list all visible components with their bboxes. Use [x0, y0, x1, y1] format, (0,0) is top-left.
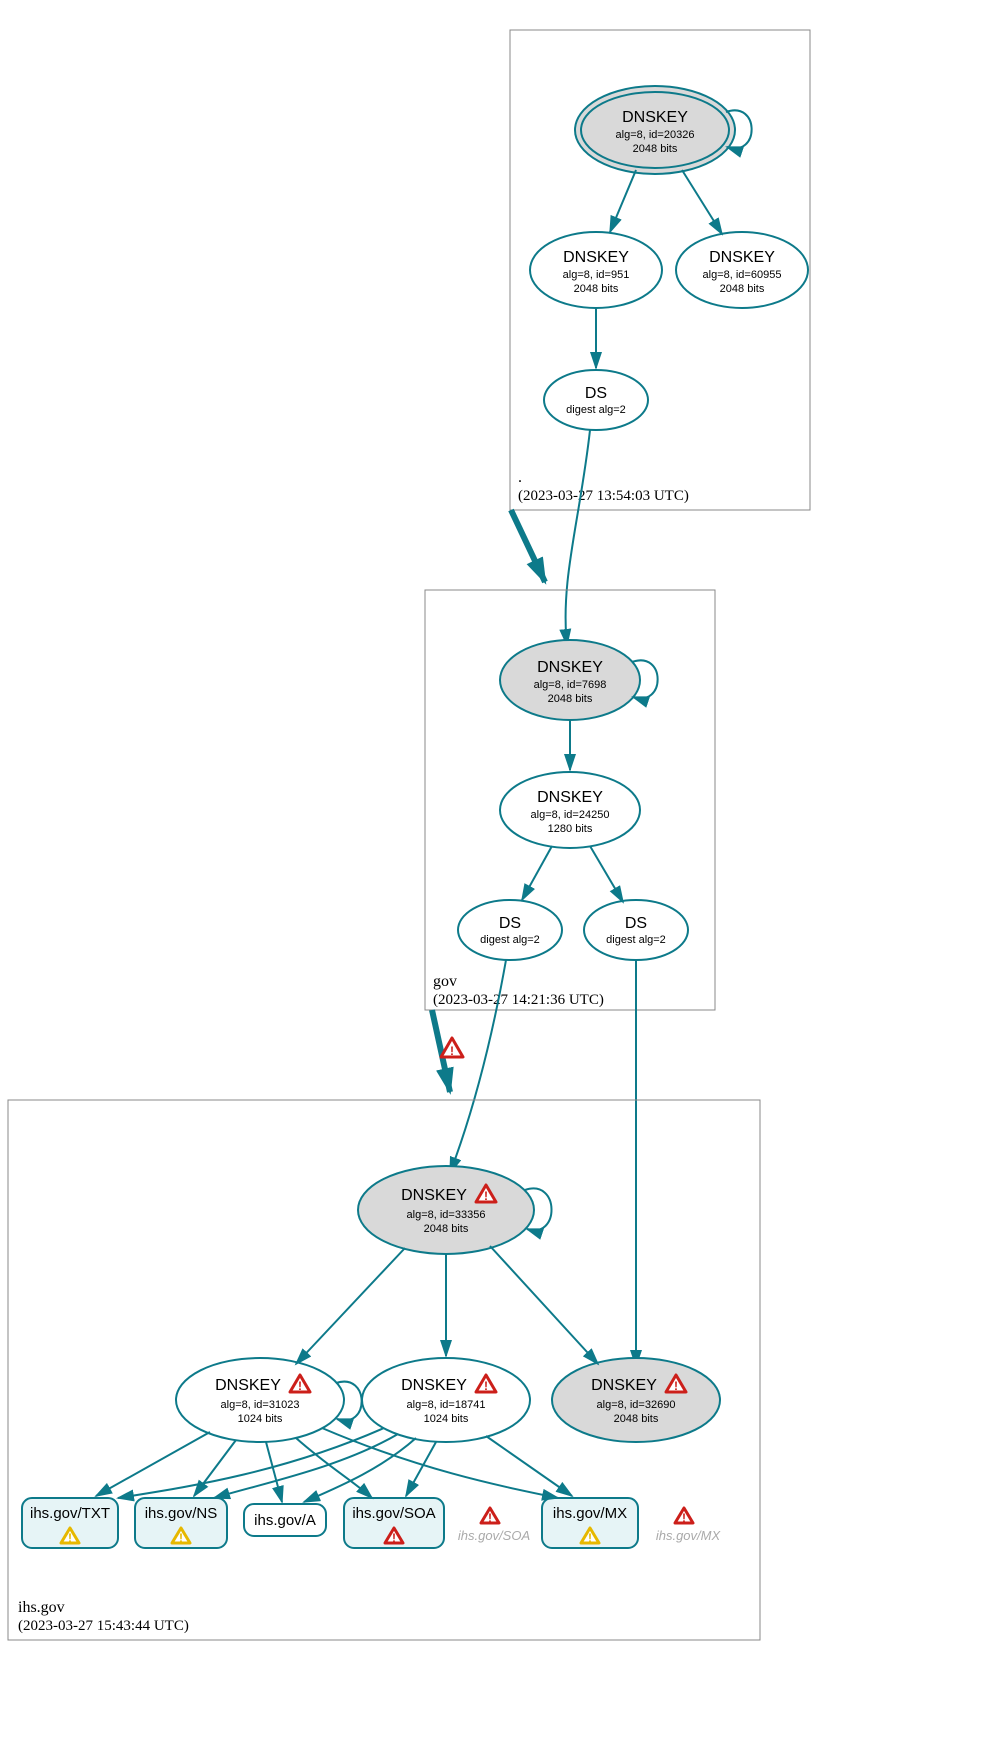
edge-root-ksk-zsk1 [610, 170, 636, 232]
svg-text:alg=8, id=18741: alg=8, id=18741 [407, 1399, 486, 1411]
edge-root-ksk-zsk2 [682, 170, 722, 234]
svg-text:DS: DS [625, 915, 647, 932]
svg-text:!: ! [484, 1379, 488, 1393]
svg-text:1024 bits: 1024 bits [424, 1413, 469, 1425]
svg-text:alg=8, id=20326: alg=8, id=20326 [616, 129, 695, 141]
zone-ihs-timestamp: (2023-03-27 15:43:44 UTC) [18, 1618, 189, 1634]
svg-text:1024 bits: 1024 bits [238, 1413, 283, 1425]
svg-text:ihs.gov/TXT: ihs.gov/TXT [30, 1505, 110, 1522]
edge-zsk2-mx [486, 1436, 572, 1496]
node-root-ds[interactable]: DS digest alg=2 [544, 370, 648, 430]
phantom-soa: ! ihs.gov/SOA [458, 1508, 530, 1543]
svg-text:!: ! [674, 1379, 678, 1393]
rrset-ns[interactable]: ihs.gov/NS ! [135, 1498, 227, 1548]
svg-text:!: ! [682, 1511, 686, 1525]
node-gov-ds1[interactable]: DS digest alg=2 [458, 900, 562, 960]
svg-text:!: ! [450, 1044, 454, 1058]
node-gov-zsk[interactable]: DNSKEY alg=8, id=24250 1280 bits [500, 772, 640, 848]
edge-zsk1-a [266, 1442, 282, 1502]
svg-text:ihs.gov/SOA: ihs.gov/SOA [458, 1528, 530, 1543]
node-ihs-zsk2[interactable]: DNSKEY ! alg=8, id=18741 1024 bits [362, 1358, 530, 1442]
edge-zsk2-a [304, 1438, 416, 1502]
svg-text:alg=8, id=951: alg=8, id=951 [563, 269, 630, 281]
rrset-a[interactable]: ihs.gov/A [244, 1504, 326, 1536]
edge-ihs-ksk-zsk3 [490, 1246, 598, 1364]
node-ihs-ksk[interactable]: DNSKEY ! alg=8, id=33356 2048 bits [358, 1166, 534, 1254]
svg-text:DS: DS [499, 915, 521, 932]
svg-text:DNSKEY: DNSKEY [563, 249, 629, 266]
svg-text:!: ! [588, 1531, 592, 1545]
svg-text:ihs.gov/MX: ihs.gov/MX [553, 1505, 627, 1522]
svg-text:ihs.gov/A: ihs.gov/A [254, 1512, 316, 1529]
svg-text:!: ! [298, 1379, 302, 1393]
zone-root-name: . [518, 469, 522, 486]
svg-text:!: ! [484, 1189, 488, 1203]
edge-ihs-ksk-zsk1 [296, 1248, 405, 1364]
svg-text:2048 bits: 2048 bits [720, 283, 765, 295]
edge-zsk1-ns [194, 1440, 236, 1496]
rrset-txt[interactable]: ihs.gov/TXT ! [22, 1498, 118, 1548]
warn-icon: ! [481, 1508, 499, 1525]
edge-delegation-root-gov [511, 510, 545, 582]
svg-text:!: ! [68, 1531, 72, 1545]
dnssec-graph: . (2023-03-27 13:54:03 UTC) DNSKEY alg=8… [0, 0, 987, 1745]
svg-text:DNSKEY: DNSKEY [622, 109, 688, 126]
edge-root-ds-gov-ksk [566, 430, 590, 645]
svg-text:ihs.gov/NS: ihs.gov/NS [145, 1505, 218, 1522]
edge-gov-zsk-ds2 [590, 846, 623, 902]
warn-icon: ! [675, 1508, 693, 1525]
svg-text:DNSKEY: DNSKEY [537, 659, 603, 676]
edge-zsk1-txt [96, 1432, 210, 1496]
node-gov-ksk[interactable]: DNSKEY alg=8, id=7698 2048 bits [500, 640, 640, 720]
svg-text:!: ! [488, 1511, 492, 1525]
zone-root: . (2023-03-27 13:54:03 UTC) DNSKEY alg=8… [510, 30, 810, 510]
svg-text:alg=8, id=7698: alg=8, id=7698 [534, 679, 607, 691]
svg-text:DNSKEY: DNSKEY [709, 249, 775, 266]
svg-text:alg=8, id=60955: alg=8, id=60955 [703, 269, 782, 281]
svg-text:digest alg=2: digest alg=2 [606, 934, 666, 946]
svg-text:2048 bits: 2048 bits [614, 1413, 659, 1425]
rrset-mx[interactable]: ihs.gov/MX ! [542, 1498, 638, 1548]
svg-text:alg=8, id=33356: alg=8, id=33356 [407, 1209, 486, 1221]
zone-root-timestamp: (2023-03-27 13:54:03 UTC) [518, 488, 689, 504]
svg-text:alg=8, id=31023: alg=8, id=31023 [221, 1399, 300, 1411]
svg-text:2048 bits: 2048 bits [574, 283, 619, 295]
svg-text:DNSKEY: DNSKEY [591, 1377, 657, 1394]
node-root-ksk[interactable]: DNSKEY alg=8, id=20326 2048 bits [575, 86, 735, 174]
node-root-zsk2[interactable]: DNSKEY alg=8, id=60955 2048 bits [676, 232, 808, 308]
svg-text:2048 bits: 2048 bits [633, 143, 678, 155]
svg-text:DNSKEY: DNSKEY [401, 1187, 467, 1204]
svg-text:2048 bits: 2048 bits [424, 1223, 469, 1235]
svg-text:DS: DS [585, 385, 607, 402]
svg-text:2048 bits: 2048 bits [548, 693, 593, 705]
phantom-mx: ! ihs.gov/MX [656, 1508, 722, 1543]
rrset-soa[interactable]: ihs.gov/SOA ! [344, 1498, 444, 1548]
svg-text:alg=8, id=32690: alg=8, id=32690 [597, 1399, 676, 1411]
svg-text:DNSKEY: DNSKEY [215, 1377, 281, 1394]
zone-gov: gov (2023-03-27 14:21:36 UTC) DNSKEY alg… [425, 590, 715, 1010]
edge-zsk2-ns [214, 1434, 398, 1498]
node-ihs-zsk3[interactable]: DNSKEY ! alg=8, id=32690 2048 bits [552, 1358, 720, 1442]
svg-text:ihs.gov/MX: ihs.gov/MX [656, 1528, 722, 1543]
svg-text:alg=8, id=24250: alg=8, id=24250 [531, 809, 610, 821]
edge-zsk2-soa [406, 1442, 436, 1496]
node-ihs-zsk1[interactable]: DNSKEY ! alg=8, id=31023 1024 bits [176, 1358, 344, 1442]
svg-text:!: ! [179, 1531, 183, 1545]
svg-text:!: ! [392, 1531, 396, 1545]
zone-gov-name: gov [433, 973, 457, 990]
zone-ihs-name: ihs.gov [18, 1599, 65, 1616]
node-gov-ds2[interactable]: DS digest alg=2 [584, 900, 688, 960]
svg-text:DNSKEY: DNSKEY [537, 789, 603, 806]
svg-text:digest alg=2: digest alg=2 [566, 404, 626, 416]
edge-gov-zsk-ds1 [522, 846, 552, 900]
svg-text:DNSKEY: DNSKEY [401, 1377, 467, 1394]
svg-text:1280 bits: 1280 bits [548, 823, 593, 835]
svg-text:digest alg=2: digest alg=2 [480, 934, 540, 946]
svg-text:ihs.gov/SOA: ihs.gov/SOA [352, 1505, 435, 1522]
zone-ihs: ihs.gov (2023-03-27 15:43:44 UTC) DNSKEY… [8, 1100, 760, 1640]
warn-delegation-icon: ! [441, 1038, 463, 1058]
node-root-zsk1[interactable]: DNSKEY alg=8, id=951 2048 bits [530, 232, 662, 308]
zone-gov-timestamp: (2023-03-27 14:21:36 UTC) [433, 992, 604, 1008]
